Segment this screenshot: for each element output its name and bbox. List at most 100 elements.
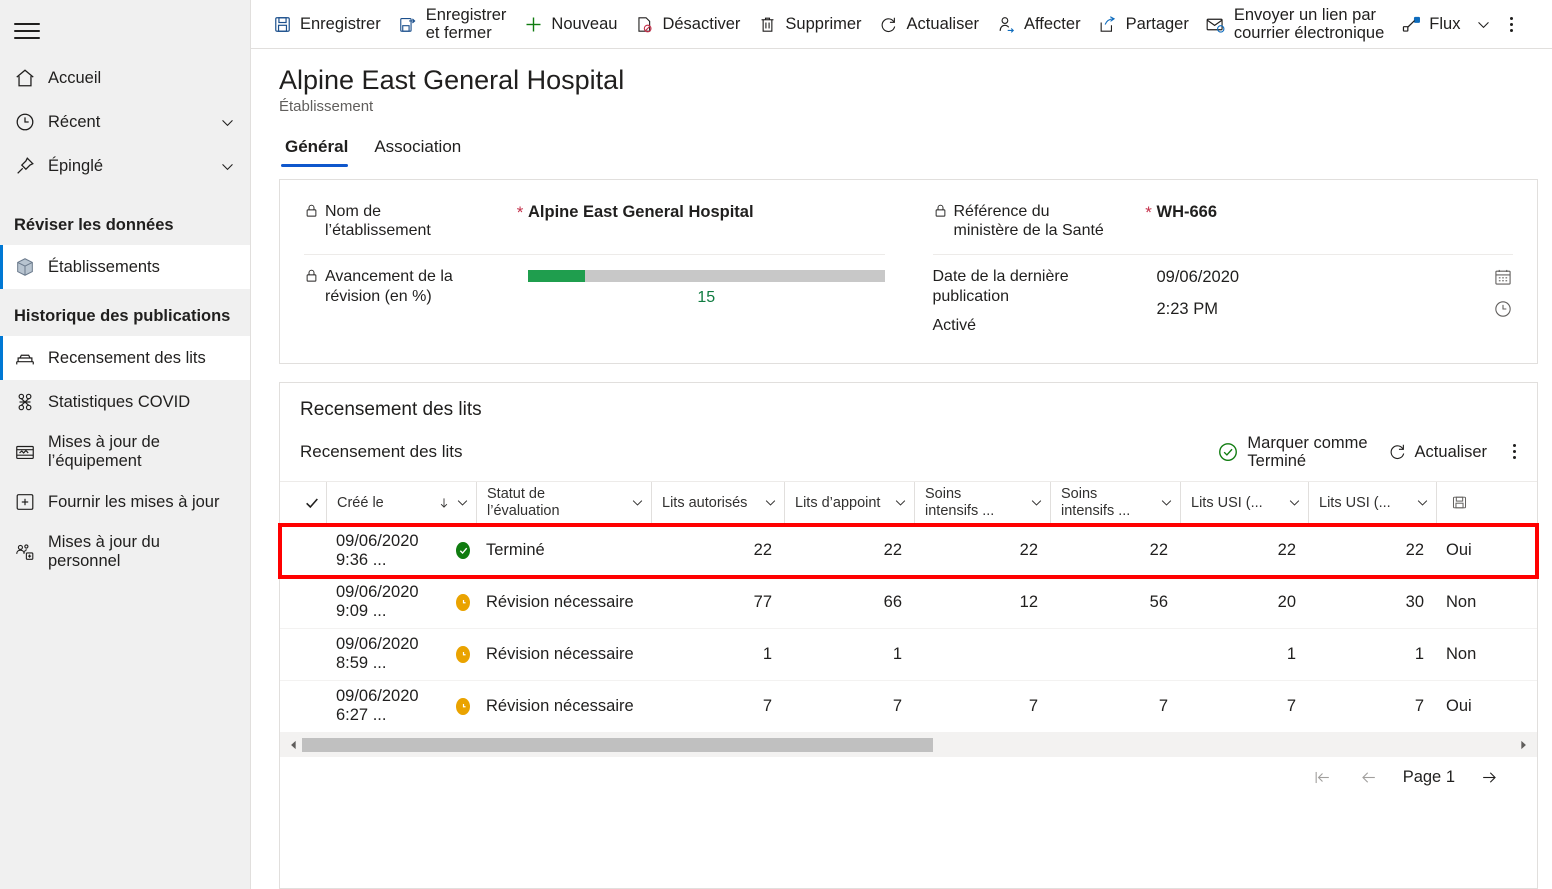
column-header-lits-appoint[interactable]: Lits d’appoint [784,481,914,524]
share-button[interactable]: Partager [1089,3,1197,45]
chevron-down-icon[interactable] [763,495,778,510]
column-header-lits-autorises[interactable]: Lits autorisés [651,481,784,524]
clock-filled-icon [456,697,470,715]
select-all-checkbox[interactable] [294,482,326,524]
cell-value: 22 [1277,541,1296,560]
home-icon [14,67,48,89]
email-link-button[interactable]: Envoyer un lien par courrier électroniqu… [1197,3,1392,45]
tab-general[interactable]: Général [279,133,358,168]
sort-down-arrow-icon[interactable] [433,496,455,510]
chevron-down-icon[interactable] [630,495,645,510]
sidebar-item-label: Mises à jour du personnel [48,533,160,570]
kebab-icon[interactable] [1501,431,1527,473]
field-value-time[interactable]: 2:23 PM [1157,299,1484,319]
sidebar-item-etablissements[interactable]: Établissements [0,245,250,289]
scrollbar-thumb[interactable] [302,737,933,752]
chevron-down-icon[interactable] [216,158,238,175]
progress-fill [528,270,586,283]
table-row[interactable]: 09/06/2020 6:27 ... Révision nécessaire … [280,681,1537,733]
sidebar-item-statistiques-covid[interactable]: Statistiques COVID [0,380,250,424]
cell-value: 7 [1414,696,1424,715]
new-button[interactable]: Nouveau [514,3,625,45]
sidebar-item-label: Statistiques COVID [48,392,191,411]
sidebar-item-accueil[interactable]: Accueil [0,56,250,100]
chevron-down-icon[interactable] [1159,495,1174,510]
cell-created-date: 09/06/2020 6:27 ... [336,687,419,725]
column-header-soins-intensifs-2[interactable]: Soins intensifs ... [1050,481,1180,524]
cell-value: 1 [1414,644,1424,663]
field-label-text: Avancement de la révision (en %) [325,268,453,305]
first-page-icon[interactable] [1303,762,1343,794]
sidebar-item-mises-a-jour-personnel[interactable]: Mises à jour du personnel [0,524,250,580]
cell-value: 22 [1019,541,1038,560]
table-row[interactable]: 09/06/2020 9:36 ... Terminé 22 22 22 22 [278,522,1539,579]
cell-flag: Oui [1446,696,1472,715]
calendar-icon[interactable] [1483,267,1513,287]
field-label: Référence du ministère de la Santé [933,202,1141,240]
refresh-button[interactable]: Actualiser [870,3,987,45]
flow-button[interactable]: Flux [1392,3,1468,45]
chevron-down-icon[interactable] [1029,495,1044,510]
save-column-icon[interactable] [1436,481,1478,524]
clock-icon [14,111,48,133]
delete-button[interactable]: Supprimer [748,3,869,45]
grid-action-label: Actualiser [1414,442,1487,461]
command-overflow-chevron[interactable] [1468,3,1498,45]
cell-value: 22 [1405,541,1424,560]
sidebar-item-epingle[interactable]: Épinglé [0,144,250,188]
field-label: Avancement de la révision (en %) [304,267,512,305]
horizontal-scrollbar[interactable] [280,732,1537,757]
mark-as-complete-button[interactable]: Marquer comme Terminé [1207,432,1377,472]
scroll-right-icon[interactable] [1515,740,1531,750]
sidebar-item-label: Accueil [48,68,102,87]
table-body: 09/06/2020 9:36 ... Terminé 22 22 22 22 [278,522,1539,733]
sidebar-item-mises-a-jour-equipement[interactable]: Mises à jour de l’équipement [0,424,250,480]
previous-page-icon[interactable] [1349,762,1389,794]
tab-association[interactable]: Association [368,133,471,167]
column-header-statut-evaluation[interactable]: Statut de l’évaluation [476,481,651,524]
deactivate-button[interactable]: Désactiver [625,3,748,45]
cell-value: 7 [762,696,772,715]
chevron-down-icon[interactable] [1287,495,1302,510]
field-value-nom-etablissement[interactable]: Alpine East General Hospital [528,202,885,222]
save-and-close-button[interactable]: Enregistrer et fermer [389,3,515,45]
field-reference-ministere: Référence du ministère de la Santé * WH-… [932,190,1514,256]
field-value-date[interactable]: 09/06/2020 [1157,267,1484,287]
column-label: Lits USI (... [1191,494,1263,511]
save-button[interactable]: Enregistrer [263,3,389,45]
refresh-icon [878,15,900,34]
column-header-soins-intensifs-1[interactable]: Soins intensifs ... [914,481,1050,524]
chevron-down-icon[interactable] [455,495,470,510]
scroll-left-icon[interactable] [286,740,302,750]
chevron-down-icon[interactable] [1415,495,1430,510]
sidebar-item-recent[interactable]: Récent [0,100,250,144]
hamburger-icon[interactable] [0,0,44,56]
field-label: Nom de l’établissement [304,202,512,240]
cell-value: 56 [1149,592,1168,611]
scrollbar-track[interactable] [302,737,1515,752]
sidebar: Accueil Récent Épinglé Réviser les donné… [0,0,251,889]
app-root: Accueil Récent Épinglé Réviser les donné… [0,0,1552,889]
cell-status: Révision nécessaire [486,696,634,715]
column-header-cree-le[interactable]: Créé le [326,481,476,524]
table-header-row: Créé le Statut de l’évaluation Lits auto… [280,480,1537,525]
grid-refresh-button[interactable]: Actualiser [1378,432,1497,472]
sidebar-item-recensement-des-lits[interactable]: Recensement des lits [0,336,250,380]
chevron-down-icon[interactable] [893,495,908,510]
next-page-icon[interactable] [1469,762,1509,794]
table-row[interactable]: 09/06/2020 8:59 ... Révision nécessaire … [280,629,1537,681]
cell-value: 1 [1286,644,1296,663]
field-value-reference-ministere[interactable]: WH-666 [1157,202,1514,222]
sidebar-item-fournir-les-mises-a-jour[interactable]: Fournir les mises à jour [0,480,250,524]
clock-icon[interactable] [1483,299,1513,319]
table-row[interactable]: 09/06/2020 9:09 ... Révision nécessaire … [280,577,1537,629]
progress-value: 15 [697,289,716,307]
refresh-icon [1388,424,1407,480]
column-header-lits-usi-2[interactable]: Lits USI (... [1308,481,1436,524]
assign-button[interactable]: Affecter [987,3,1089,45]
field-label-text-secondary: Activé [932,316,977,334]
column-label: Statut de l’évaluation [487,486,560,519]
chevron-down-icon[interactable] [216,114,238,131]
column-header-lits-usi-1[interactable]: Lits USI (... [1180,481,1308,524]
kebab-icon[interactable] [1498,3,1524,45]
